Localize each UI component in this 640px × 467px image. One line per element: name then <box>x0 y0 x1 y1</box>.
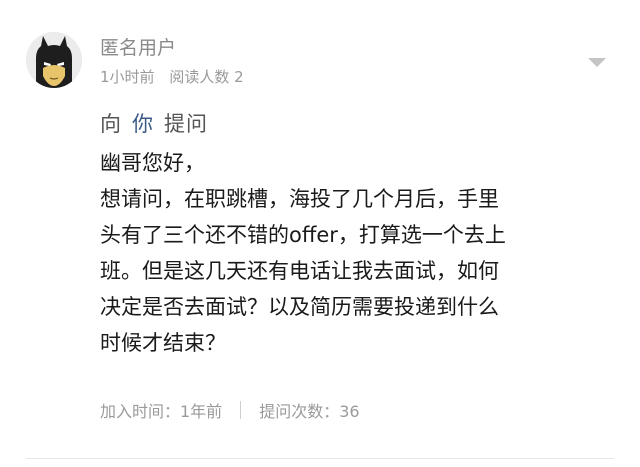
body-line: 班。但是这几天还有电话让我去面试，如何 <box>100 259 499 283</box>
ask-suffix: 提问 <box>164 112 208 136</box>
ask-target[interactable]: 你 <box>132 112 154 136</box>
ask-prefix: 向 <box>100 112 122 136</box>
post-meta: 1小时前 阅读人数 2 <box>100 66 244 87</box>
read-count: 阅读人数 2 <box>169 68 244 86</box>
question-footer: 加入时间：1年前 提问次数：36 <box>100 398 360 422</box>
question-content: 幽哥您好， 想请问，在职跳槽，海投了几个月后，手里 头有了三个还不错的offer… <box>100 145 620 361</box>
ask-line: 向你提问 <box>100 108 208 138</box>
greeting: 幽哥您好， <box>100 151 205 175</box>
body-line: 时候才结束？ <box>100 331 226 355</box>
question-count: 提问次数：36 <box>259 402 360 421</box>
joined-time: 加入时间：1年前 <box>100 402 223 421</box>
batman-avatar-icon[interactable] <box>26 32 82 88</box>
bottom-divider <box>26 458 614 459</box>
body-line: 决定是否去面试？以及简历需要投递到什么 <box>100 295 499 319</box>
chevron-down-icon[interactable] <box>586 55 608 69</box>
divider <box>240 401 242 419</box>
body-line: 头有了三个还不错的offer，打算选一个去上 <box>100 223 506 247</box>
body-line: 想请问，在职跳槽，海投了几个月后，手里 <box>100 187 499 211</box>
author-name[interactable]: 匿名用户 <box>100 33 176 60</box>
time-ago: 1小时前 <box>100 68 155 86</box>
